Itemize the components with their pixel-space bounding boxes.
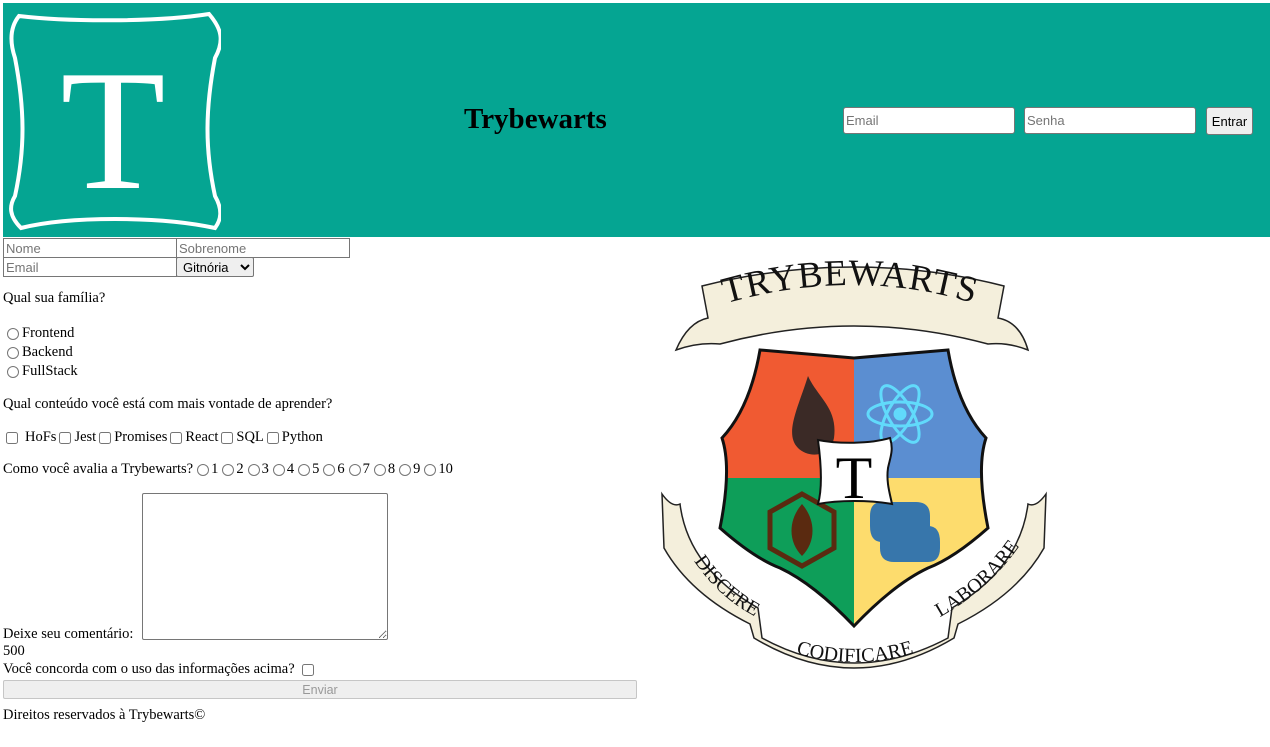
rate-radio-9[interactable] xyxy=(399,463,412,476)
subject-checkbox-react[interactable] xyxy=(170,431,183,444)
family-radio-fullstack[interactable] xyxy=(7,365,19,378)
email-input[interactable] xyxy=(3,257,177,277)
family-label: Backend xyxy=(22,344,73,360)
comment-textarea[interactable] xyxy=(142,493,388,640)
rate-option-9[interactable]: 9 xyxy=(399,461,420,478)
rate-option-10[interactable]: 10 xyxy=(424,461,453,478)
subject-label: HoFs xyxy=(25,429,57,445)
footer-text: Direitos reservados à Trybewarts© xyxy=(3,707,206,723)
name-input[interactable] xyxy=(3,238,177,258)
family-option-backend[interactable]: Backend xyxy=(7,344,73,361)
login-password-input[interactable] xyxy=(1024,107,1196,134)
brand-title: Trybewarts xyxy=(464,103,607,135)
rate-option-7[interactable]: 7 xyxy=(348,461,370,478)
subject-question: Qual conteúdo você está com mais vontade… xyxy=(3,396,333,412)
agreement-label: Você concorda com o uso das informações … xyxy=(3,661,295,677)
subject-label: SQL xyxy=(236,429,264,445)
family-label: FullStack xyxy=(22,363,78,379)
rate-option-6[interactable]: 6 xyxy=(323,461,345,478)
rate-option-5[interactable]: 5 xyxy=(298,461,319,478)
login-button[interactable]: Entrar xyxy=(1206,107,1253,135)
trybewarts-crest-image: TRYBEWARTS T DISCERE CODIFICARE LABORARE xyxy=(661,258,1047,669)
subject-label: Promises xyxy=(114,429,168,445)
subject-checkbox-hofs[interactable] xyxy=(6,431,18,444)
rate-option-4[interactable]: 4 xyxy=(272,461,295,478)
subject-options: HoFs Jest Promises React SQL Python xyxy=(6,429,326,446)
rate-label: 10 xyxy=(438,461,453,477)
subject-checkbox-sql[interactable] xyxy=(221,431,234,444)
rate-radio-10[interactable] xyxy=(424,463,437,476)
rate-option-3[interactable]: 3 xyxy=(247,461,269,478)
rate-radio-3[interactable] xyxy=(247,463,260,476)
rate-option-8[interactable]: 8 xyxy=(373,461,396,478)
rate-radio-8[interactable] xyxy=(373,463,386,476)
logo-letter: T xyxy=(60,36,165,226)
rate-label: 4 xyxy=(286,461,295,477)
rate-radio-5[interactable] xyxy=(298,463,311,476)
top-scroll-banner: TRYBEWARTS xyxy=(674,258,1030,352)
subject-option-sql[interactable]: SQL xyxy=(221,429,264,446)
top-header: T Trybewarts Entrar xyxy=(3,3,1270,237)
subject-option-react[interactable]: React xyxy=(170,429,218,446)
subject-label: React xyxy=(185,429,219,445)
rate-label: 9 xyxy=(413,461,421,477)
rate-option-1[interactable]: 1 xyxy=(197,461,218,478)
rate-radio-4[interactable] xyxy=(272,463,285,476)
subject-checkbox-promises[interactable] xyxy=(99,431,112,444)
agreement-row: Você concorda com o uso das informações … xyxy=(3,661,314,678)
rate-row: Como você avalia a Trybewarts? 1 2 3 4 5… xyxy=(3,461,453,478)
subject-checkbox-python[interactable] xyxy=(266,431,279,444)
rate-label: 7 xyxy=(362,461,370,477)
family-label: Frontend xyxy=(22,325,75,341)
center-logo: T xyxy=(816,436,894,511)
center-letter: T xyxy=(836,445,873,511)
login-email-input[interactable] xyxy=(843,107,1015,134)
submit-button[interactable]: Enviar xyxy=(3,680,637,699)
subject-label: Jest xyxy=(74,429,97,445)
rate-label: 2 xyxy=(236,461,244,477)
rate-label: 5 xyxy=(312,461,320,477)
rate-radio-2[interactable] xyxy=(222,463,235,476)
family-option-frontend[interactable]: Frontend xyxy=(7,325,74,342)
rate-label: 6 xyxy=(337,461,345,477)
character-counter: 500 xyxy=(3,643,25,659)
subject-option-hofs[interactable]: HoFs xyxy=(6,429,56,446)
rate-label: 8 xyxy=(387,461,396,477)
rate-option-2[interactable]: 2 xyxy=(222,461,244,478)
lastname-input[interactable] xyxy=(176,238,350,258)
subject-label: Python xyxy=(281,429,323,445)
rate-radio-7[interactable] xyxy=(348,463,361,476)
subject-checkbox-jest[interactable] xyxy=(59,431,72,444)
family-option-fullstack[interactable]: FullStack xyxy=(7,363,78,380)
family-radio-backend[interactable] xyxy=(7,346,19,359)
agreement-checkbox[interactable] xyxy=(301,663,314,676)
family-question: Qual sua família? xyxy=(3,290,106,306)
footer: Direitos reservados à Trybewarts© xyxy=(3,707,205,724)
comment-label: Deixe seu comentário: xyxy=(3,626,134,642)
rate-radio-6[interactable] xyxy=(323,463,336,476)
family-radio-frontend[interactable] xyxy=(7,327,19,340)
house-select[interactable]: Gitnória xyxy=(176,257,254,277)
subject-option-promises[interactable]: Promises xyxy=(99,429,167,446)
subject-option-python[interactable]: Python xyxy=(266,429,323,446)
subject-option-jest[interactable]: Jest xyxy=(59,429,96,446)
trybewarts-logo: T xyxy=(9,11,221,231)
rate-question: Como você avalia a Trybewarts? xyxy=(3,461,194,477)
rate-label: 1 xyxy=(211,461,219,477)
rate-label: 3 xyxy=(261,461,269,477)
rate-radio-1[interactable] xyxy=(197,463,210,476)
